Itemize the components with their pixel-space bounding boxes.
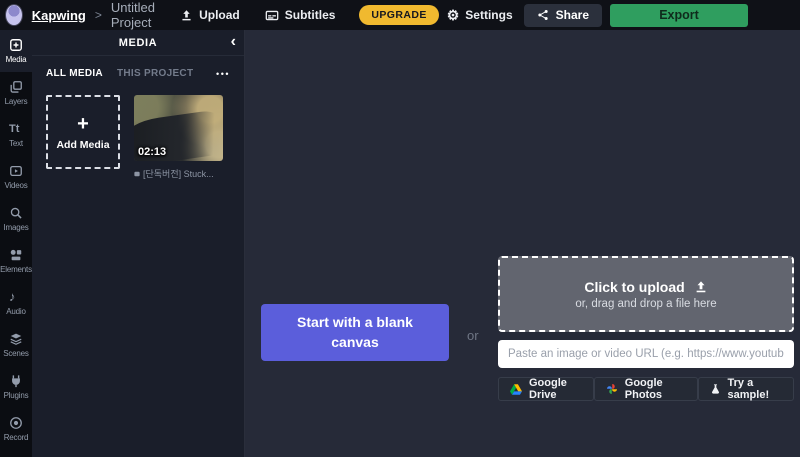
tab-all-media[interactable]: ALL MEDIA xyxy=(46,68,103,79)
google-photos-label: Google Photos xyxy=(625,377,686,401)
media-item-title: [단독버전] Stuck... xyxy=(143,167,214,180)
sidebar-item-plugins[interactable]: Plugins xyxy=(0,366,32,408)
google-drive-button[interactable]: Google Drive xyxy=(498,377,594,401)
media-grid: + Add Media 02:13 [단독버전] Stuck... xyxy=(32,83,244,180)
media-panel-tabs: ALL MEDIA THIS PROJECT ••• xyxy=(32,56,244,83)
tab-this-project[interactable]: THIS PROJECT xyxy=(117,68,193,79)
media-panel-header: MEDIA ‹ xyxy=(32,30,244,56)
try-sample-button[interactable]: Try a sample! xyxy=(698,377,794,401)
topbar-actions: Upload Subtitles UPGRADE ⚙ Settings Shar… xyxy=(180,4,800,27)
import-actions-row: Google Drive Google Photos Try a sample! xyxy=(498,377,794,401)
images-search-icon xyxy=(9,206,23,220)
collapse-panel-icon[interactable]: ‹ xyxy=(231,34,236,50)
try-sample-label: Try a sample! xyxy=(728,377,782,401)
scenes-icon xyxy=(9,332,23,346)
sidebar: Media Layers Tt Text Videos Images Eleme… xyxy=(0,30,32,457)
upgrade-button[interactable]: UPGRADE xyxy=(359,5,438,25)
sidebar-item-label: Layers xyxy=(5,97,28,106)
sidebar-item-record[interactable]: Record xyxy=(0,408,32,450)
sidebar-item-label: Plugins xyxy=(4,391,29,400)
sidebar-item-elements[interactable]: Elements xyxy=(0,240,32,282)
google-photos-icon xyxy=(606,383,618,395)
main-canvas: Start with a blank canvas or Click to up… xyxy=(245,30,800,457)
sidebar-item-label: Text xyxy=(9,139,23,148)
sidebar-item-label: Images xyxy=(3,223,28,232)
media-item-thumbnail[interactable]: 02:13 xyxy=(134,95,223,161)
export-button[interactable]: Export xyxy=(610,4,748,27)
google-drive-icon xyxy=(510,384,522,395)
google-drive-label: Google Drive xyxy=(529,377,582,401)
flask-icon xyxy=(710,383,721,395)
upload-column: Click to upload or, drag and drop a file… xyxy=(498,256,794,401)
subtitles-label: Subtitles xyxy=(285,8,336,22)
add-media-label: Add Media xyxy=(56,139,109,151)
upload-button[interactable]: Upload xyxy=(180,8,240,22)
upload-icon xyxy=(180,9,193,22)
add-media-button[interactable]: + Add Media xyxy=(46,95,120,169)
upload-arrow-icon xyxy=(694,280,708,294)
media-item-caption: [단독버전] Stuck... xyxy=(134,167,223,180)
subtitles-icon xyxy=(265,9,279,22)
video-source-icon xyxy=(134,171,140,177)
avatar[interactable] xyxy=(5,4,23,26)
project-title[interactable]: Untitled Project xyxy=(111,0,180,30)
elements-icon xyxy=(9,248,23,262)
sidebar-item-label: Record xyxy=(4,433,29,442)
plugins-icon xyxy=(9,374,23,388)
share-label: Share xyxy=(556,8,589,22)
sidebar-item-audio[interactable]: ♪ Audio xyxy=(0,282,32,324)
record-icon xyxy=(9,416,23,430)
sidebar-item-text[interactable]: Tt Text xyxy=(0,114,32,156)
sidebar-item-media[interactable]: Media xyxy=(0,30,32,72)
settings-button[interactable]: ⚙ Settings xyxy=(447,8,513,22)
media-icon xyxy=(9,38,23,52)
sidebar-item-label: Audio xyxy=(6,307,25,316)
sidebar-item-scenes[interactable]: Scenes xyxy=(0,324,32,366)
media-item[interactable]: 02:13 [단독버전] Stuck... xyxy=(134,95,223,180)
google-photos-button[interactable]: Google Photos xyxy=(594,377,698,401)
media-panel-title: MEDIA xyxy=(32,37,244,49)
media-panel: MEDIA ‹ ALL MEDIA THIS PROJECT ••• + Add… xyxy=(32,30,245,457)
click-to-upload-dropzone[interactable]: Click to upload or, drag and drop a file… xyxy=(498,256,794,332)
subtitles-button[interactable]: Subtitles xyxy=(265,8,336,22)
plus-icon: + xyxy=(77,114,89,134)
or-separator: or xyxy=(467,328,479,343)
sidebar-item-images[interactable]: Images xyxy=(0,198,32,240)
topbar-breadcrumb-group: Kapwing > Untitled Project xyxy=(0,0,180,30)
start-blank-canvas-button[interactable]: Start with a blank canvas xyxy=(261,304,449,361)
more-menu-icon[interactable]: ••• xyxy=(216,69,230,79)
topbar: Kapwing > Untitled Project Upload Subtit… xyxy=(0,0,800,30)
sidebar-item-layers[interactable]: Layers xyxy=(0,72,32,114)
sidebar-item-label: Elements xyxy=(0,265,32,274)
sidebar-item-label: Scenes xyxy=(3,349,28,358)
paste-url-input[interactable] xyxy=(498,340,794,368)
videos-icon xyxy=(9,164,23,178)
share-button[interactable]: Share xyxy=(524,4,602,27)
layers-icon xyxy=(9,80,23,94)
text-icon: Tt xyxy=(9,122,23,136)
settings-label: Settings xyxy=(465,8,512,22)
upload-box-title-row: Click to upload xyxy=(584,279,707,295)
breadcrumb-separator: > xyxy=(95,8,102,22)
brand-link[interactable]: Kapwing xyxy=(32,8,86,23)
audio-note-icon: ♪ xyxy=(9,290,23,304)
sidebar-item-videos[interactable]: Videos xyxy=(0,156,32,198)
upload-box-subtitle: or, drag and drop a file here xyxy=(575,298,716,310)
sidebar-item-label: Videos xyxy=(4,181,27,190)
share-icon xyxy=(537,9,549,21)
sidebar-item-label: Media xyxy=(6,55,27,64)
gear-icon: ⚙ xyxy=(447,8,460,22)
upload-box-title: Click to upload xyxy=(584,279,684,295)
media-item-duration: 02:13 xyxy=(138,146,166,158)
upload-label: Upload xyxy=(199,8,240,22)
